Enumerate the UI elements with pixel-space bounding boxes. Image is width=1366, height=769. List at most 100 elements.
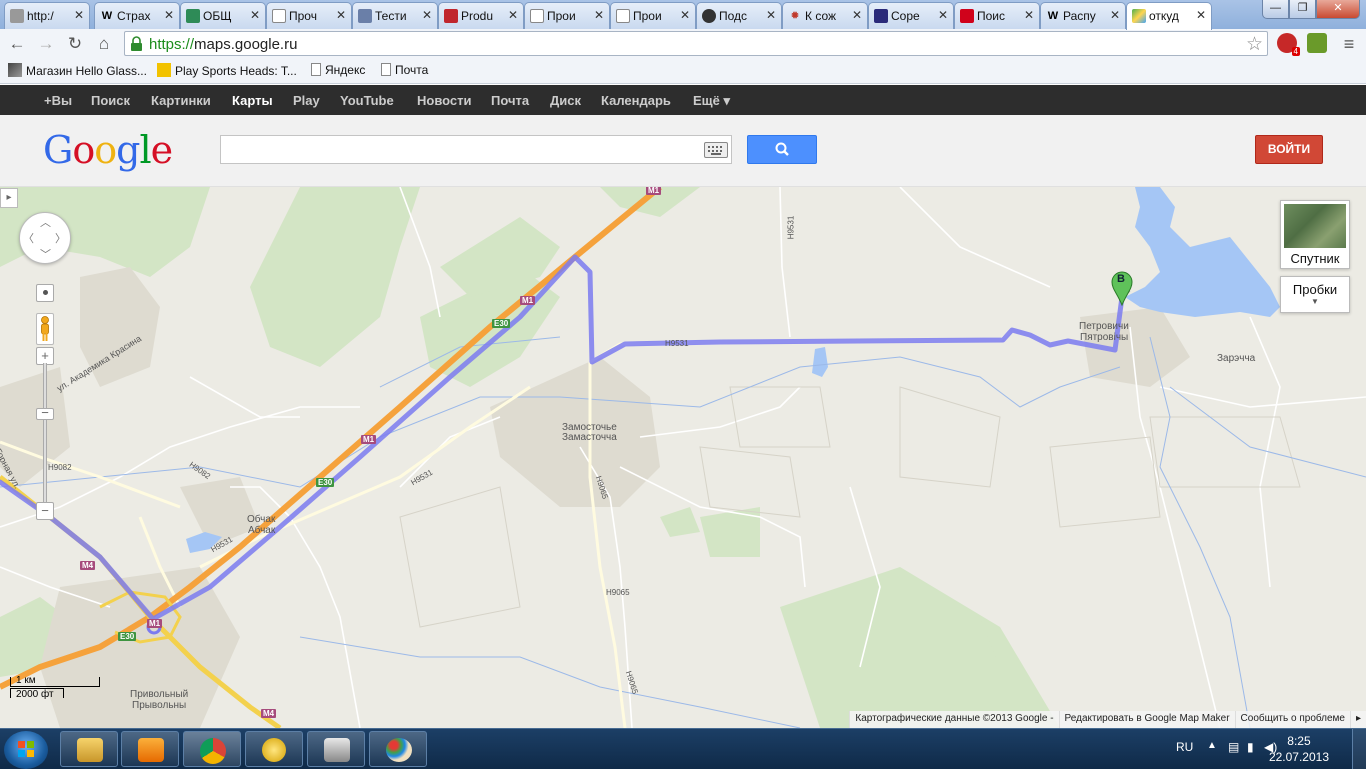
signin-button[interactable]: ВОЙТИ: [1255, 135, 1323, 164]
browser-tab[interactable]: http:/ ✕: [4, 2, 90, 29]
start-button[interactable]: [4, 731, 48, 769]
pan-up-icon[interactable]: ︿: [40, 214, 51, 230]
gbar-item-calendar[interactable]: Календарь: [601, 93, 671, 108]
signal-icon[interactable]: ▮: [1247, 740, 1254, 754]
report-problem-link[interactable]: Сообщить о проблеме: [1234, 711, 1350, 728]
keyboard-icon[interactable]: [704, 142, 728, 158]
home-icon[interactable]: ⌂: [93, 33, 115, 55]
gbar-item-mail[interactable]: Почта: [491, 93, 529, 108]
close-tab-icon[interactable]: ✕: [164, 8, 174, 22]
search-input[interactable]: [220, 135, 732, 164]
gbar-item-search[interactable]: Поиск: [91, 93, 130, 108]
gbar-item-youtube[interactable]: YouTube: [340, 93, 394, 108]
bookmark-item[interactable]: Магазин Hello Glass...: [8, 63, 147, 78]
close-tab-icon[interactable]: ✕: [1024, 8, 1034, 22]
minimize-window-icon[interactable]: —: [1262, 0, 1289, 19]
taskbar-app[interactable]: [369, 731, 427, 767]
road-label: H9531: [665, 339, 689, 348]
bookmark-item[interactable]: Play Sports Heads: T...: [157, 63, 297, 78]
network-icon[interactable]: ▤: [1228, 740, 1239, 754]
checkmark-extension-icon[interactable]: [1307, 33, 1327, 53]
map-canvas[interactable]: B Замосточье Замасточча Петровичи Пятров…: [0, 187, 1366, 728]
close-tab-icon[interactable]: ✕: [74, 8, 84, 22]
close-tab-icon[interactable]: ✕: [1196, 8, 1206, 22]
close-tab-icon[interactable]: ✕: [422, 8, 432, 22]
system-clock[interactable]: 8:25 22.07.2013: [1269, 733, 1329, 765]
gbar-item-play[interactable]: Play: [293, 93, 320, 108]
pan-down-icon[interactable]: ﹀: [40, 246, 51, 262]
close-tab-icon[interactable]: ✕: [680, 8, 690, 22]
search-button[interactable]: [747, 135, 817, 164]
close-tab-icon[interactable]: ✕: [852, 8, 862, 22]
map-maker-link[interactable]: Редактировать в Google Map Maker: [1058, 711, 1235, 728]
tab-title: Прои: [633, 9, 662, 23]
browser-tab[interactable]: Прои ✕: [610, 2, 696, 29]
close-tab-icon[interactable]: ✕: [250, 8, 260, 22]
satellite-thumbnail: [1284, 204, 1346, 248]
show-desktop-button[interactable]: [1352, 729, 1366, 769]
tab-title: откуд: [1149, 9, 1179, 23]
browser-tab[interactable]: ✹ К сож ✕: [782, 2, 868, 29]
tab-title: Соре: [891, 9, 920, 23]
bookmark-star-icon[interactable]: ☆: [1246, 33, 1263, 56]
zoom-slider-handle[interactable]: −: [36, 406, 54, 420]
browser-tab[interactable]: Тести ✕: [352, 2, 438, 29]
browser-tab[interactable]: W Страх ✕: [94, 2, 180, 29]
pegman-icon[interactable]: [36, 313, 54, 345]
taskbar-app[interactable]: [60, 731, 118, 767]
pan-right-icon[interactable]: 〉: [55, 230, 66, 246]
browser-tab[interactable]: W Распу ✕: [1040, 2, 1126, 29]
taskbar-app[interactable]: [121, 731, 179, 767]
gbar-item-drive[interactable]: Диск: [550, 93, 581, 108]
close-tab-icon[interactable]: ✕: [766, 8, 776, 22]
browser-tab[interactable]: ОБЩ ✕: [180, 2, 266, 29]
zoom-out-button[interactable]: −: [36, 502, 54, 520]
search-icon: [775, 142, 789, 156]
tray-expand-icon[interactable]: ▲: [1207, 740, 1217, 751]
browser-tab-active[interactable]: откуд ✕: [1126, 2, 1212, 30]
forward-arrow-icon[interactable]: →: [35, 33, 57, 55]
url-text: https://maps.google.ru: [149, 36, 297, 53]
maximize-window-icon[interactable]: ❐: [1289, 0, 1316, 19]
bookmark-item[interactable]: Яндекс: [311, 63, 365, 77]
extension-icon[interactable]: 4: [1277, 33, 1300, 56]
pan-left-icon[interactable]: 〈: [23, 230, 34, 246]
browser-tab[interactable]: Produ ✕: [438, 2, 524, 29]
place-label: Пятровічы: [1080, 332, 1129, 343]
gbar-item-news[interactable]: Новости: [417, 93, 472, 108]
browser-tab[interactable]: Соре ✕: [868, 2, 954, 29]
browser-tab[interactable]: Прои ✕: [524, 2, 610, 29]
address-bar[interactable]: https://maps.google.ru ☆: [124, 31, 1268, 56]
satellite-toggle-button[interactable]: Спутник: [1280, 200, 1350, 269]
reload-icon[interactable]: ↻: [64, 33, 86, 55]
zoom-slider-track[interactable]: [43, 363, 47, 507]
side-panel-toggle-icon[interactable]: ▸: [0, 188, 18, 208]
close-tab-icon[interactable]: ✕: [336, 8, 346, 22]
place-label: Обчак: [247, 514, 276, 525]
browser-tab[interactable]: Проч ✕: [266, 2, 352, 29]
google-logo[interactable]: Google: [43, 128, 173, 172]
center-location-icon[interactable]: [36, 284, 54, 302]
gbar-item-maps[interactable]: Карты: [232, 93, 273, 108]
close-window-icon[interactable]: ✕: [1316, 0, 1360, 19]
language-indicator[interactable]: RU: [1176, 740, 1193, 754]
gbar-item-more[interactable]: Ещё ▾: [693, 93, 730, 109]
browser-tab[interactable]: Подс ✕: [696, 2, 782, 29]
taskbar-app[interactable]: [307, 731, 365, 767]
close-tab-icon[interactable]: ✕: [508, 8, 518, 22]
menu-icon[interactable]: ≡: [1338, 33, 1360, 55]
browser-tab[interactable]: Поис ✕: [954, 2, 1040, 29]
close-tab-icon[interactable]: ✕: [1110, 8, 1120, 22]
close-tab-icon[interactable]: ✕: [594, 8, 604, 22]
gbar-item-plus[interactable]: +Вы: [44, 93, 72, 108]
taskbar-app[interactable]: [245, 731, 303, 767]
traffic-dropdown[interactable]: Пробки ▼: [1280, 276, 1350, 313]
expand-icon[interactable]: ▸: [1350, 711, 1366, 728]
gbar-item-images[interactable]: Картинки: [151, 93, 211, 108]
back-arrow-icon[interactable]: ←: [6, 33, 28, 55]
pan-control[interactable]: ︿ 〈 〉 ﹀: [19, 212, 71, 264]
taskbar-app-active[interactable]: [183, 731, 241, 767]
place-label: Привольный: [130, 689, 189, 700]
close-tab-icon[interactable]: ✕: [938, 8, 948, 22]
bookmark-item[interactable]: Почта: [381, 63, 428, 77]
